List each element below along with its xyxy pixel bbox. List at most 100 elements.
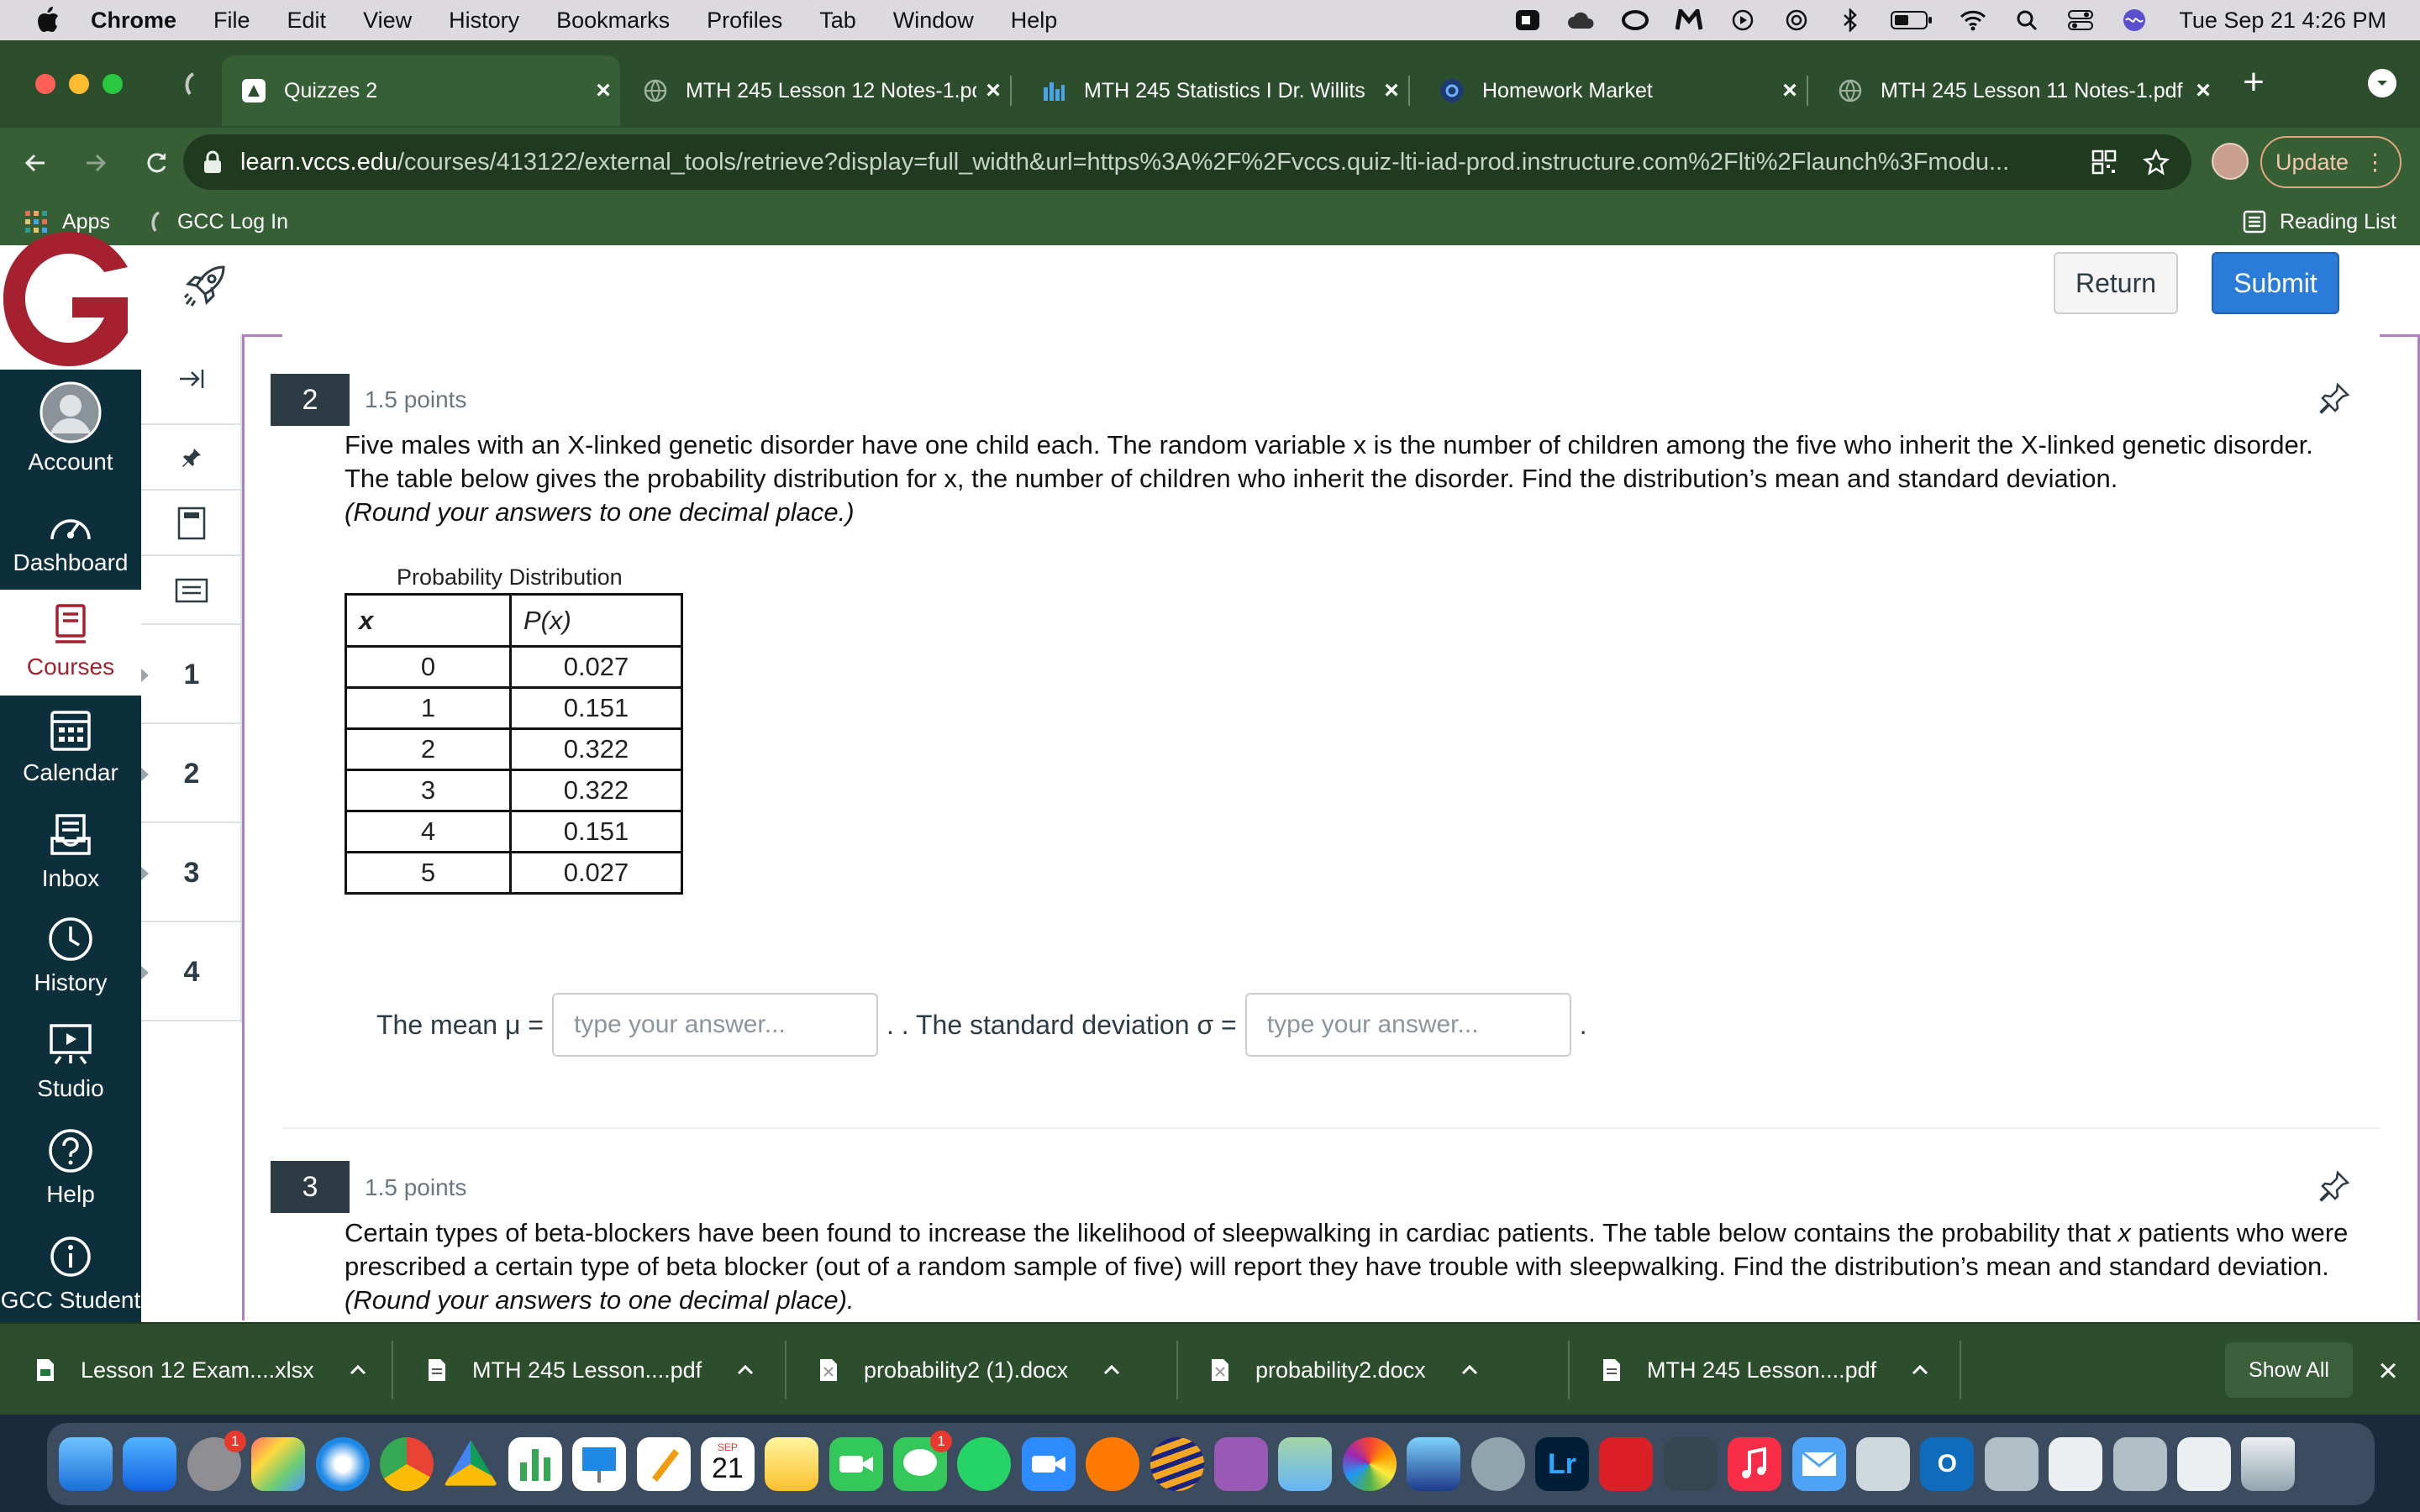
chevron-up-icon[interactable] bbox=[1102, 1360, 1122, 1380]
reading-list-button[interactable]: Reading List bbox=[2243, 198, 2396, 245]
trash-icon[interactable] bbox=[2241, 1437, 2296, 1491]
photos-icon[interactable] bbox=[1342, 1437, 1397, 1491]
layers-app-icon[interactable] bbox=[1407, 1437, 1461, 1491]
menu-edit[interactable]: Edit bbox=[287, 8, 327, 34]
download-item[interactable]: probability2.docx bbox=[1178, 1324, 1570, 1416]
tab-statistics[interactable]: MTH 245 Statistics I Dr. Willits × bbox=[1022, 55, 1410, 126]
minimized-window-4-icon[interactable] bbox=[2176, 1437, 2231, 1491]
url-text[interactable]: learn.vccs.edu/courses/413122/external_t… bbox=[240, 149, 2087, 176]
nav-inbox[interactable]: Inbox bbox=[0, 810, 141, 902]
window-minimize-icon[interactable] bbox=[69, 74, 89, 94]
cloud-upload-icon[interactable] bbox=[1567, 8, 1596, 33]
preview-icon[interactable] bbox=[1855, 1437, 1910, 1491]
launchpad-icon[interactable] bbox=[251, 1437, 306, 1491]
keychain-icon[interactable] bbox=[1663, 1437, 1718, 1491]
update-button[interactable]: Update ⋮ bbox=[2260, 136, 2402, 188]
sd-input[interactable]: type your answer... bbox=[1244, 993, 1571, 1057]
messages-icon[interactable]: 1 bbox=[893, 1431, 953, 1491]
system-settings-icon[interactable]: 1 bbox=[187, 1431, 246, 1491]
quicktime-icon[interactable] bbox=[1470, 1437, 1525, 1491]
tab-quizzes[interactable]: Quizzes 2 × bbox=[222, 55, 620, 126]
download-item[interactable]: probability2 (1).docx bbox=[786, 1324, 1178, 1416]
lightroom-icon[interactable]: Lr bbox=[1534, 1437, 1589, 1491]
pin-tool-button[interactable] bbox=[141, 427, 242, 491]
question-nav-item-1[interactable]: 1 bbox=[141, 627, 242, 724]
menu-bookmarks[interactable]: Bookmarks bbox=[556, 8, 670, 34]
forward-arrow-icon[interactable] bbox=[79, 146, 113, 180]
nav-courses[interactable]: Courses bbox=[0, 590, 141, 696]
close-shelf-icon[interactable]: × bbox=[2371, 1354, 2405, 1388]
gcc-tab-favicon-icon[interactable] bbox=[182, 72, 198, 96]
download-item[interactable]: MTH 245 Lesson....pdf bbox=[395, 1324, 786, 1416]
music-icon[interactable] bbox=[1728, 1437, 1782, 1491]
zoom-icon[interactable] bbox=[1021, 1437, 1076, 1491]
stripes-app-icon[interactable] bbox=[1150, 1437, 1204, 1491]
tab-lesson-12[interactable]: MTH 245 Lesson 12 Notes-1.pdf × bbox=[623, 55, 1012, 126]
malwarebytes-icon[interactable] bbox=[1675, 8, 1703, 33]
notes-tool-button[interactable] bbox=[141, 558, 242, 625]
menu-help[interactable]: Help bbox=[1011, 8, 1058, 34]
submit-button[interactable]: Submit bbox=[2212, 252, 2339, 314]
gcc-logo[interactable] bbox=[0, 227, 141, 370]
tab-homework-market[interactable]: Homework Market × bbox=[1420, 55, 1808, 126]
menu-view[interactable]: View bbox=[363, 8, 412, 34]
calendar-app-icon[interactable]: SEP 21 bbox=[700, 1437, 755, 1491]
tab-search-chevron-icon[interactable] bbox=[2368, 69, 2396, 97]
minimized-window-3-icon[interactable] bbox=[2112, 1437, 2167, 1491]
safari-icon[interactable] bbox=[315, 1437, 370, 1491]
new-tab-plus-icon[interactable]: + bbox=[2235, 64, 2272, 101]
chevron-up-icon[interactable] bbox=[1460, 1360, 1480, 1380]
bookmark-star-icon[interactable] bbox=[2139, 145, 2173, 179]
battery-icon[interactable] bbox=[1890, 8, 1933, 33]
chrome-icon[interactable] bbox=[379, 1437, 434, 1491]
nav-account[interactable]: Account bbox=[0, 381, 141, 489]
control-center-icon[interactable] bbox=[2066, 8, 2095, 33]
pages-icon[interactable] bbox=[636, 1437, 691, 1491]
tab-close-icon[interactable]: × bbox=[1773, 76, 1807, 105]
reload-icon[interactable] bbox=[139, 146, 173, 180]
menu-history[interactable]: History bbox=[449, 8, 519, 34]
podcasts-icon[interactable] bbox=[1214, 1437, 1269, 1491]
qr-share-icon[interactable] bbox=[2087, 145, 2121, 179]
outlook-icon[interactable]: O bbox=[1920, 1437, 1975, 1491]
whatsapp-icon[interactable] bbox=[957, 1437, 1012, 1491]
keynote-icon[interactable] bbox=[572, 1437, 627, 1491]
bookmark-gcc-login[interactable]: GCC Log In bbox=[149, 210, 288, 234]
menu-profiles[interactable]: Profiles bbox=[707, 8, 782, 34]
window-close-icon[interactable] bbox=[35, 74, 55, 94]
tab-close-icon[interactable]: × bbox=[587, 76, 620, 105]
siri-icon[interactable] bbox=[2120, 8, 2149, 33]
profile-avatar[interactable] bbox=[2212, 143, 2249, 180]
minimized-window-1-icon[interactable] bbox=[1984, 1437, 2039, 1491]
airdrop-icon[interactable] bbox=[1782, 8, 1811, 33]
notes-app-icon[interactable] bbox=[765, 1437, 819, 1491]
menu-file[interactable]: File bbox=[213, 8, 250, 34]
app-store-icon[interactable] bbox=[123, 1437, 177, 1491]
bluetooth-icon[interactable] bbox=[1836, 8, 1865, 33]
address-bar[interactable]: learn.vccs.edu/courses/413122/external_t… bbox=[183, 134, 2191, 190]
creative-cloud-app-icon[interactable] bbox=[1599, 1437, 1654, 1491]
spotlight-search-icon[interactable] bbox=[2012, 8, 2041, 33]
screen-record-icon[interactable] bbox=[1513, 8, 1542, 33]
window-zoom-icon[interactable] bbox=[103, 74, 123, 94]
maps-icon[interactable] bbox=[1278, 1437, 1333, 1491]
show-all-downloads-button[interactable]: Show All bbox=[2225, 1342, 2353, 1398]
tab-lesson-11[interactable]: MTH 245 Lesson 11 Notes-1.pdf × bbox=[1818, 55, 2220, 126]
download-item[interactable]: MTH 245 Lesson....pdf bbox=[1570, 1324, 1961, 1416]
menubar-clock[interactable]: Tue Sep 21 4:26 PM bbox=[2179, 8, 2386, 34]
menu-tab[interactable]: Tab bbox=[819, 8, 856, 34]
chevron-up-icon[interactable] bbox=[735, 1360, 755, 1380]
back-arrow-icon[interactable] bbox=[18, 146, 52, 180]
question-nav-item-3[interactable]: 3 bbox=[141, 825, 242, 922]
kebab-menu-icon[interactable]: ⋮ bbox=[2364, 150, 2386, 176]
perplexity-app-icon[interactable] bbox=[1086, 1437, 1140, 1491]
rocket-icon[interactable] bbox=[180, 260, 230, 311]
facetime-icon[interactable] bbox=[829, 1437, 883, 1491]
download-item[interactable]: Lesson 12 Exam....xlsx bbox=[0, 1324, 393, 1416]
calculator-tool-button[interactable] bbox=[141, 492, 242, 556]
chevron-up-icon[interactable] bbox=[1910, 1360, 1930, 1380]
google-drive-icon[interactable] bbox=[444, 1440, 498, 1486]
collapse-panel-button[interactable] bbox=[141, 334, 242, 425]
finder-icon[interactable] bbox=[59, 1437, 113, 1491]
nav-calendar[interactable]: Calendar bbox=[0, 704, 141, 796]
